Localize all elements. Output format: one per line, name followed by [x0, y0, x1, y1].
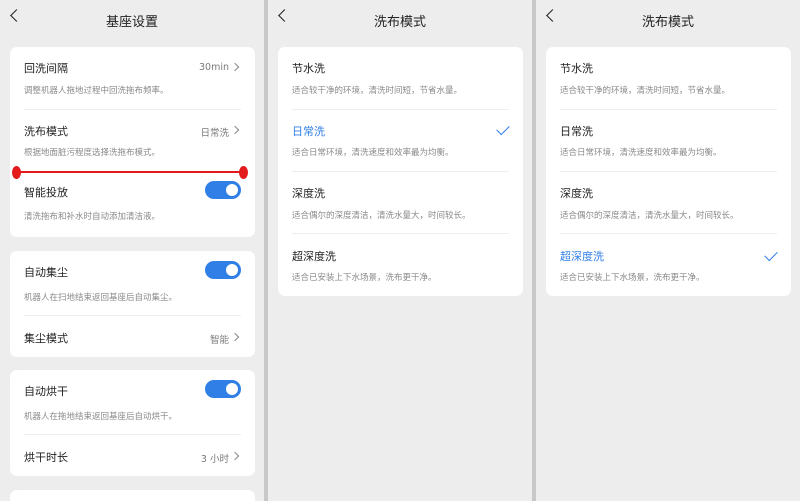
row-auto-dry: 自动烘干 机器人在拖地结束返回基座后自动烘干。 [10, 370, 255, 434]
option-description: 适合日常环境，清洗速度和效率最为均衡。 [560, 148, 722, 158]
row-value: 智能 [209, 335, 229, 346]
option-description: 适合已安装上下水场景，洗布更干净。 [560, 273, 705, 283]
option-label: 日常洗 [560, 125, 593, 138]
row-value: 日常洗 [200, 128, 229, 139]
wash-mode-options: 节水洗 适合较干净的环境，清洗时间短，节省水量。 日常洗 适合日常环境，清洗速度… [278, 47, 523, 296]
checkmark-icon [764, 247, 778, 262]
settings-card-partial [10, 490, 255, 501]
option-deep[interactable]: 深度洗 适合偶尔的深度清洁，清洗水量大，时间较长。 [546, 171, 791, 233]
chevron-right-icon [230, 62, 240, 72]
row-description: 机器人在拖地结束返回基座后自动烘干。 [24, 412, 178, 422]
option-description: 适合较干净的环境，清洗时间短，节省水量。 [292, 86, 463, 96]
row-description: 清洗拖布和补水时自动添加清洁液。 [24, 212, 161, 222]
row-description: 根据地面脏污程度选择洗拖布模式。 [24, 148, 161, 158]
checkmark-icon [496, 121, 510, 136]
option-daily[interactable]: 日常洗 适合日常环境，清洗速度和效率最为均衡。 [546, 109, 791, 171]
option-label: 日常洗 [292, 125, 325, 138]
row-label: 洗布模式 [24, 125, 68, 138]
option-label: 深度洗 [292, 187, 325, 200]
option-deep[interactable]: 深度洗 适合偶尔的深度清洁，清洗水量大，时间较长。 [278, 171, 523, 233]
row-auto-dust: 自动集尘 机器人在扫地结束返回基座后自动集尘。 [10, 251, 255, 315]
row-label: 集尘模式 [24, 332, 68, 345]
annotation-line [16, 171, 244, 173]
header: 洗布模式 [268, 0, 532, 38]
settings-card-dust: 自动集尘 机器人在扫地结束返回基座后自动集尘。 集尘模式 智能 [10, 251, 255, 357]
auto-dust-toggle[interactable] [205, 261, 241, 279]
row-value: 30min [198, 62, 229, 73]
row-label: 回洗间隔 [24, 62, 68, 75]
option-extra-deep[interactable]: 超深度洗 适合已安装上下水场景，洗布更干净。 [278, 233, 523, 296]
row-smart-dispense: 智能投放 清洗拖布和补水时自动添加清洁液。 [10, 171, 255, 237]
page-title: 基座设置 [105, 15, 158, 30]
wash-mode-screen-extra-deep: 洗布模式 节水洗 适合较干净的环境，清洗时间短，节省水量。 日常洗 适合日常环境… [536, 0, 800, 501]
row-dust-mode[interactable]: 集尘模式 智能 [10, 315, 255, 357]
chevron-right-icon [230, 451, 240, 461]
option-label: 节水洗 [292, 62, 325, 75]
row-description: 调整机器人拖地过程中回洗拖布频率。 [24, 86, 169, 96]
option-description: 适合已安装上下水场景，洗布更干净。 [292, 273, 437, 283]
row-label: 智能投放 [24, 186, 68, 199]
page-title: 洗布模式 [641, 15, 694, 30]
base-settings-screen: 基座设置 回洗间隔 调整机器人拖地过程中回洗拖布频率。 30min 洗布模式 根… [0, 0, 264, 501]
option-description: 适合偶尔的深度清洁，清洗水量大，时间较长。 [560, 211, 739, 221]
option-description: 适合较干净的环境，清洗时间短，节省水量。 [560, 86, 731, 96]
option-extra-deep[interactable]: 超深度洗 适合已安装上下水场景，洗布更干净。 [546, 233, 791, 296]
option-description: 适合日常环境，清洗速度和效率最为均衡。 [292, 148, 454, 158]
row-label: 自动烘干 [24, 385, 68, 398]
wash-mode-screen: 洗布模式 节水洗 适合较干净的环境，清洗时间短，节省水量。 日常洗 适合日常环境… [268, 0, 532, 501]
row-value: 3 小时 [200, 454, 229, 465]
annotation-handle-right [239, 166, 248, 179]
header: 基座设置 [0, 0, 264, 38]
option-label: 超深度洗 [560, 250, 604, 263]
auto-dry-toggle[interactable] [205, 380, 241, 398]
row-description: 机器人在扫地结束返回基座后自动集尘。 [24, 293, 178, 303]
row-dry-duration[interactable]: 烘干时长 3 小时 [10, 434, 255, 476]
header: 洗布模式 [536, 0, 800, 38]
option-daily[interactable]: 日常洗 适合日常环境，清洗速度和效率最为均衡。 [278, 109, 523, 171]
wash-mode-options: 节水洗 适合较干净的环境，清洗时间短，节省水量。 日常洗 适合日常环境，清洗速度… [546, 47, 791, 296]
smart-dispense-toggle[interactable] [205, 181, 241, 199]
option-label: 超深度洗 [292, 250, 336, 263]
option-label: 深度洗 [560, 187, 593, 200]
annotation-handle-left [12, 166, 21, 179]
row-wash-interval[interactable]: 回洗间隔 调整机器人拖地过程中回洗拖布频率。 30min [10, 47, 255, 109]
row-label: 自动集尘 [24, 266, 68, 279]
option-description: 适合偶尔的深度清洁，清洗水量大，时间较长。 [292, 211, 471, 221]
option-label: 节水洗 [560, 62, 593, 75]
option-water-saving[interactable]: 节水洗 适合较干净的环境，清洗时间短，节省水量。 [278, 47, 523, 109]
chevron-right-icon [230, 332, 240, 342]
settings-card-wash: 回洗间隔 调整机器人拖地过程中回洗拖布频率。 30min 洗布模式 根据地面脏污… [10, 47, 255, 237]
row-label: 烘干时长 [24, 451, 68, 464]
option-water-saving[interactable]: 节水洗 适合较干净的环境，清洗时间短，节省水量。 [546, 47, 791, 109]
page-title: 洗布模式 [373, 15, 426, 30]
row-wash-mode[interactable]: 洗布模式 根据地面脏污程度选择洗拖布模式。 日常洗 [10, 109, 255, 171]
chevron-right-icon [230, 125, 240, 135]
settings-card-dry: 自动烘干 机器人在拖地结束返回基座后自动烘干。 烘干时长 3 小时 [10, 370, 255, 476]
